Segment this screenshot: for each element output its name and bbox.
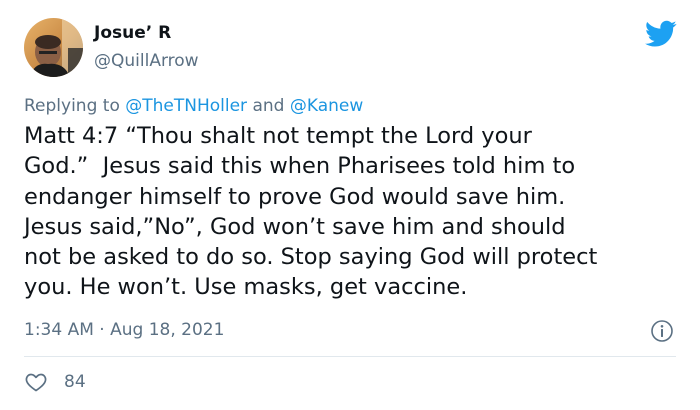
reply-conjunction: and bbox=[252, 96, 285, 116]
tweet-date: Aug 18, 2021 bbox=[110, 320, 225, 340]
avatar[interactable] bbox=[24, 18, 83, 77]
like-count: 84 bbox=[64, 372, 86, 392]
mention-link[interactable]: @TheTNHoller bbox=[125, 96, 247, 116]
display-name[interactable]: Josue’ R bbox=[94, 22, 171, 44]
user-handle[interactable]: @QuillArrow bbox=[94, 50, 199, 72]
twitter-bird-icon[interactable] bbox=[645, 20, 677, 48]
tweet-text-line: you. He won’t. Use masks, get vaccine. bbox=[24, 274, 468, 301]
reply-context: Replying to @TheTNHoller and @Kanew bbox=[24, 95, 363, 117]
tweet-timestamp[interactable]: 1:34 AM · Aug 18, 2021 bbox=[24, 319, 224, 341]
tweet-text-line: Matt 4:7 “Thou shalt not tempt the Lord … bbox=[24, 123, 532, 149]
profile-photo bbox=[24, 18, 83, 77]
tweet-text-line: God.” Jesus said this when Pharisees tol… bbox=[24, 153, 576, 180]
tweet-text-line: not be asked to do so. Stop saying God w… bbox=[24, 244, 598, 271]
tweet-text: Matt 4:7 “Thou shalt not tempt the Lord … bbox=[24, 121, 684, 303]
like-button[interactable]: 84 bbox=[24, 370, 86, 394]
info-icon[interactable] bbox=[650, 319, 674, 343]
divider bbox=[24, 356, 676, 357]
tweet-text-line: endanger himself to prove God would save… bbox=[24, 183, 566, 210]
heart-icon[interactable] bbox=[24, 370, 48, 394]
tweet-text-line: Jesus said,”No”, God won’t save him and … bbox=[24, 213, 566, 240]
tweet-time: 1:34 AM bbox=[24, 320, 94, 340]
meta-separator: · bbox=[99, 320, 105, 340]
mention-link[interactable]: @Kanew bbox=[290, 96, 363, 116]
tweet-card: Josue’ R @QuillArrow Replying to @TheTNH… bbox=[0, 0, 700, 410]
reply-prefix: Replying to bbox=[24, 96, 120, 116]
